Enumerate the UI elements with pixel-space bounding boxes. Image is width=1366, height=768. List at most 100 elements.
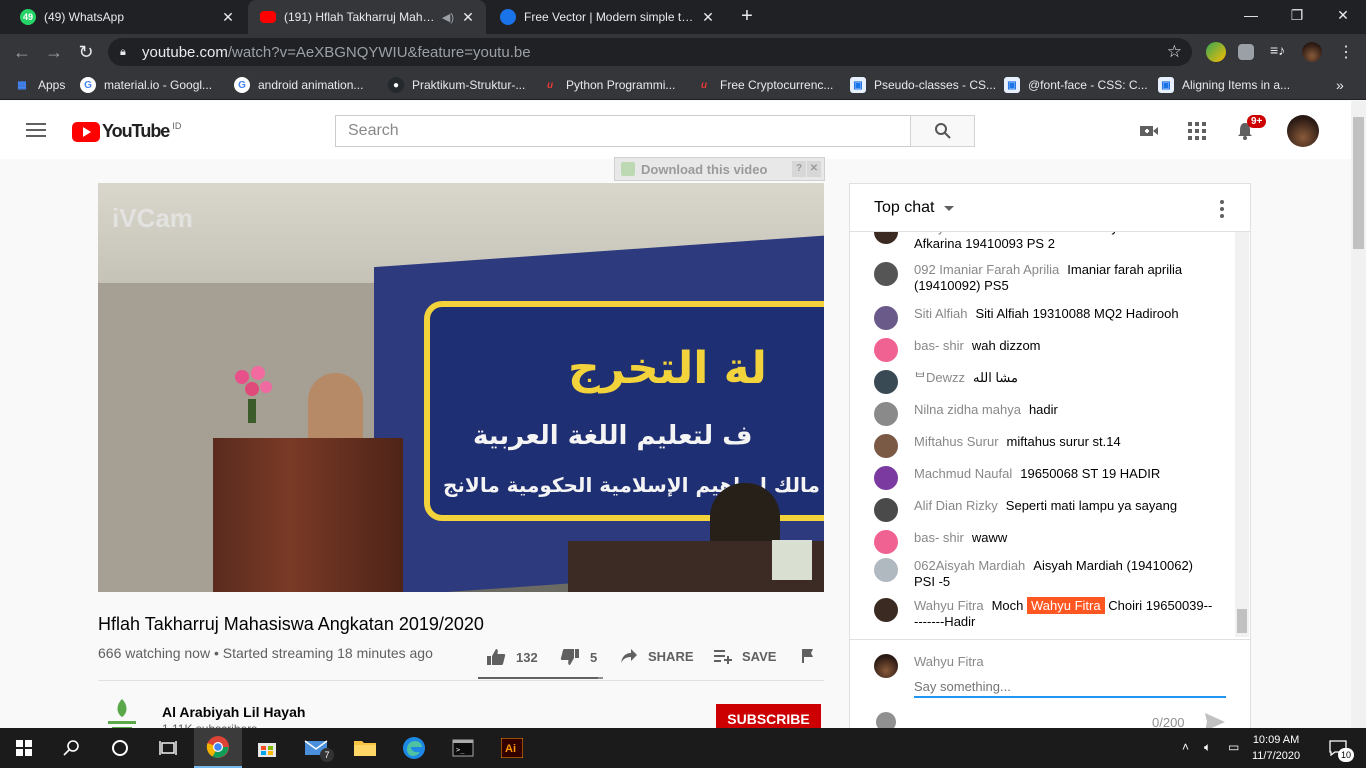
download-video-banner[interactable]: Download this video ? ✕ — [614, 157, 825, 181]
chevron-down-icon[interactable] — [944, 206, 954, 211]
chrome-taskbar-item[interactable] — [194, 728, 242, 768]
bookmark-android-animation[interactable]: Gandroid animation... — [234, 76, 363, 94]
new-tab-button[interactable]: + — [736, 6, 758, 28]
chat-author[interactable]: Alif Dian Rizky — [914, 498, 998, 513]
address-bar[interactable]: 🔒︎ youtube.com/watch?v=AeXBGNQYWIU&featu… — [108, 38, 1192, 66]
bookmark-star-icon[interactable]: ☆ — [1167, 42, 1182, 62]
minimize-button[interactable]: — — [1228, 0, 1274, 30]
puzzle-icon[interactable] — [1238, 44, 1254, 60]
notifications-button[interactable]: 10 — [1318, 728, 1358, 768]
channel-name[interactable]: Al Arabiyah Lil Hayah — [162, 704, 305, 720]
flowers — [235, 366, 272, 423]
save-button[interactable]: SAVE — [714, 648, 776, 664]
store-taskbar-item[interactable] — [243, 728, 291, 768]
terminal-taskbar-item[interactable]: >_ — [439, 728, 487, 768]
clock[interactable]: 10:09 AM 11/7/2020 — [1252, 732, 1300, 764]
file-explorer-taskbar-item[interactable] — [341, 728, 389, 768]
bookmark-aligning-items[interactable]: ▣ Aligning Items in a... — [1158, 76, 1290, 94]
help-icon[interactable]: ? — [792, 161, 806, 177]
bookmark-pseudo-classes[interactable]: ▣ Pseudo-classes - CS... — [850, 76, 996, 94]
more-bookmarks-button[interactable]: » — [1336, 76, 1344, 94]
bookmark-python[interactable]: u Python Programmi... — [542, 76, 675, 94]
chat-author[interactable]: Miftahus Surur — [914, 434, 999, 449]
avatar[interactable] — [874, 338, 898, 362]
avatar[interactable] — [874, 402, 898, 426]
chat-author[interactable]: 092 Imaniar Farah Aprilia — [914, 262, 1059, 277]
cortana-button[interactable] — [96, 728, 144, 768]
close-window-button[interactable]: ✕ — [1320, 0, 1366, 30]
chat-author[interactable]: Siti Alfiah — [914, 306, 967, 321]
bookmark-font-face[interactable]: ▣ @font-face - CSS: C... — [1004, 76, 1148, 94]
chat-author[interactable]: Machmud Naufal — [914, 466, 1012, 481]
speaker-icon[interactable]: ◀) — [442, 11, 454, 24]
chat-author[interactable]: bas- shir — [914, 530, 964, 545]
avatar[interactable] — [874, 558, 898, 582]
volume-icon[interactable]: 🔈︎ — [1204, 740, 1211, 755]
bookmark-praktikum[interactable]: ● Praktikum-Struktur-... — [388, 76, 525, 94]
chat-message-input[interactable] — [914, 676, 1226, 698]
speaker-figure — [308, 373, 363, 443]
chat-author[interactable]: ᄇDewzz — [914, 370, 965, 385]
search-button[interactable] — [910, 115, 975, 147]
forward-button[interactable]: → — [42, 40, 66, 64]
chat-author[interactable]: Nilna zidha mahya — [914, 402, 1021, 417]
avatar[interactable] — [874, 598, 898, 622]
avatar[interactable] — [874, 262, 898, 286]
restore-button[interactable]: ❐ — [1274, 0, 1320, 30]
extension-icon[interactable] — [1206, 42, 1226, 62]
top-chat-dropdown[interactable]: Top chat — [874, 199, 934, 217]
dislike-button[interactable]: 5 — [560, 648, 597, 666]
start-button[interactable] — [0, 728, 48, 768]
close-tab-icon[interactable]: ✕ — [220, 9, 236, 26]
menu-icon[interactable] — [26, 123, 46, 137]
video-player[interactable]: لة التخرج ف لتعليم اللغة العربية نا مالك… — [98, 183, 824, 592]
chat-text: Siti Alfiah 19310088 MQ2 Hadirooh — [975, 306, 1179, 321]
chat-scrollbar[interactable] — [1235, 232, 1249, 637]
more-options-icon[interactable] — [1220, 200, 1224, 221]
search-input[interactable]: Search — [335, 115, 911, 147]
close-tab-icon[interactable]: ✕ — [460, 9, 476, 26]
mail-taskbar-item[interactable]: 7 — [292, 728, 340, 768]
share-button[interactable]: SHARE — [620, 648, 694, 664]
apps-grid-icon[interactable] — [1187, 121, 1207, 141]
profile-avatar[interactable] — [1302, 42, 1322, 62]
media-control-icon[interactable]: ≡♪ — [1270, 42, 1290, 62]
playlist-add-icon — [714, 650, 732, 664]
bookmark-crypto[interactable]: u Free Cryptocurrenc... — [696, 76, 833, 94]
reload-button[interactable]: ↻ — [74, 40, 98, 64]
avatar[interactable] — [1287, 115, 1319, 147]
chrome-menu-icon[interactable]: ⋮ — [1336, 42, 1356, 62]
search-taskbar-button[interactable] — [48, 728, 96, 768]
tab-freepik[interactable]: Free Vector | Modern simple template ✕ — [488, 0, 726, 34]
page-scrollbar[interactable] — [1351, 101, 1366, 728]
watermark-text: iVCam — [112, 203, 193, 233]
edge-icon — [403, 737, 425, 759]
close-tab-icon[interactable]: ✕ — [700, 9, 716, 26]
tab-whatsapp[interactable]: 49 (49) WhatsApp ✕ — [8, 0, 246, 34]
chevron-up-icon[interactable]: ˄ — [1182, 740, 1189, 754]
bookmark-label: Python Programmi... — [566, 78, 676, 92]
bookmark-apps[interactable]: ▦ Apps — [14, 76, 65, 94]
illustrator-taskbar-item[interactable]: Ai — [488, 728, 536, 768]
battery-icon[interactable]: ▭ — [1228, 740, 1239, 754]
edge-taskbar-item[interactable] — [390, 728, 438, 768]
report-button[interactable] — [800, 648, 816, 664]
chat-author[interactable]: bas- shir — [914, 338, 964, 353]
chat-message: 092 Imaniar Farah Aprilia Imaniar farah a… — [874, 262, 1214, 294]
tab-youtube[interactable]: (191) Hflah Takharruj Mahasiswa ◀) ✕ — [248, 0, 486, 34]
chat-author[interactable]: 062Aisyah Mardiah — [914, 558, 1025, 573]
avatar[interactable] — [874, 370, 898, 394]
avatar[interactable] — [874, 466, 898, 490]
bookmark-material[interactable]: Gmaterial.io - Googl... — [80, 76, 212, 94]
avatar[interactable] — [874, 498, 898, 522]
back-button[interactable]: ← — [10, 40, 34, 64]
like-button[interactable]: 132 — [486, 648, 538, 666]
avatar[interactable] — [874, 434, 898, 458]
chat-author[interactable]: Wahyu Fitra — [914, 598, 984, 613]
avatar[interactable] — [874, 306, 898, 330]
avatar[interactable] — [874, 530, 898, 554]
task-view-button[interactable] — [144, 728, 192, 768]
youtube-logo[interactable]: YouTube ID — [72, 121, 181, 142]
create-video-icon[interactable] — [1139, 121, 1159, 141]
close-icon[interactable]: ✕ — [807, 161, 821, 177]
